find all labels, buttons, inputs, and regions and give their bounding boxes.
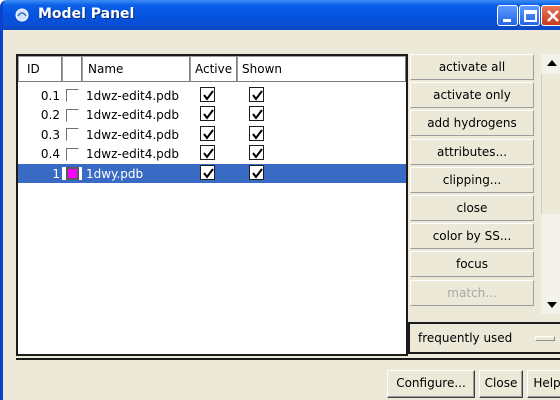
active-checkbox[interactable] [200,145,215,161]
action-button-close[interactable]: close [410,195,534,221]
actions-scrollbar[interactable] [541,54,560,314]
maximize-button[interactable] [519,5,540,26]
table-header: ID Name Active Shown [18,56,406,82]
model-id: 0.1 [40,88,60,103]
scroll-thumb[interactable] [541,74,560,214]
color-swatch[interactable] [65,147,79,161]
header-name[interactable]: Name [82,56,190,82]
divider [16,358,560,360]
app-icon [14,7,30,23]
table-row[interactable]: 0.1 1dwz-edit4.pdb [18,86,406,105]
active-cell [190,125,237,144]
color-swatch[interactable] [65,128,79,142]
title-bar[interactable]: Model Panel [3,0,560,30]
action-button-activate-all[interactable]: activate all [410,54,534,80]
active-cell [190,145,237,163]
model-name: 1dwz-edit4.pdb [86,108,180,123]
header-shown[interactable]: Shown [237,56,406,82]
model-table: ID Name Active Shown 0.1 1dwz-edit4.pdb 0.… [16,54,408,356]
model-panel-window: Model Panel ID Name Active Shown 0.1 1dwz… [0,0,560,400]
active-cell [190,86,237,105]
scroll-up-button[interactable] [541,54,560,72]
active-checkbox[interactable] [200,164,215,180]
frequently-used-menu[interactable]: frequently used [408,322,560,354]
shown-cell [237,106,406,124]
table-row[interactable]: 0.2 1dwz-edit4.pdb [18,106,406,125]
shown-checkbox[interactable] [249,106,264,122]
action-button-color-by-ss[interactable]: color by SS... [410,223,534,250]
shown-checkbox[interactable] [249,86,264,102]
scroll-up-icon [547,60,557,66]
color-cell[interactable] [62,108,82,122]
model-id: 1 [52,166,60,181]
model-id: 0.3 [40,127,60,142]
color-swatch[interactable] [65,167,79,181]
color-cell[interactable] [62,147,82,161]
scroll-down-icon [547,302,557,308]
table-row[interactable]: 0.3 1dwz-edit4.pdb [18,125,406,144]
active-checkbox[interactable] [200,86,215,102]
minimize-icon [503,19,511,22]
active-cell [190,106,237,124]
window-title: Model Panel [38,6,135,22]
shown-cell [237,125,406,144]
help-button[interactable]: Help [527,370,560,398]
table-row[interactable]: 1 1dwy.pdb [18,164,406,184]
table-row[interactable]: 0.4 1dwz-edit4.pdb [18,145,406,164]
model-id: 0.2 [40,108,60,123]
active-checkbox[interactable] [200,125,215,141]
shown-checkbox[interactable] [249,125,264,141]
shown-cell [237,145,406,163]
close-button[interactable]: Close [479,370,523,398]
model-id: 0.4 [40,147,60,162]
header-active[interactable]: Active [190,56,237,82]
action-button-focus[interactable]: focus [410,251,534,278]
close-window-button[interactable] [541,5,560,26]
action-button-match[interactable]: match... [410,279,534,306]
scroll-down-button[interactable] [541,296,560,314]
shown-checkbox[interactable] [249,164,264,180]
shown-cell [237,86,406,105]
minimize-button[interactable] [497,5,518,26]
model-name: 1dwz-edit4.pdb [86,88,180,103]
model-name: 1dwy.pdb [86,166,144,181]
model-name: 1dwz-edit4.pdb [86,127,180,142]
action-button-attributes[interactable]: attributes... [410,138,534,165]
model-name: 1dwz-edit4.pdb [86,147,180,162]
color-cell[interactable] [62,89,82,102]
header-color[interactable] [62,56,82,82]
shown-checkbox[interactable] [249,145,264,161]
shown-cell [237,164,406,183]
menu-label: frequently used [418,331,513,345]
configure-button[interactable]: Configure... [387,370,475,398]
menu-indicator-icon [535,336,555,341]
color-swatch[interactable] [65,108,79,122]
color-cell[interactable] [62,128,82,142]
maximize-icon [524,10,537,22]
action-buttons: activate all activate only add hydrogens at… [410,54,534,314]
action-button-add-hydrogens[interactable]: add hydrogens [410,110,534,137]
action-button-clipping[interactable]: clipping... [410,166,534,193]
close-icon [547,10,559,22]
header-id[interactable]: ID [18,56,62,82]
color-swatch[interactable] [65,89,79,102]
color-cell[interactable] [62,167,82,181]
action-button-activate-only[interactable]: activate only [410,82,534,109]
active-cell [190,164,237,183]
active-checkbox[interactable] [200,106,215,122]
